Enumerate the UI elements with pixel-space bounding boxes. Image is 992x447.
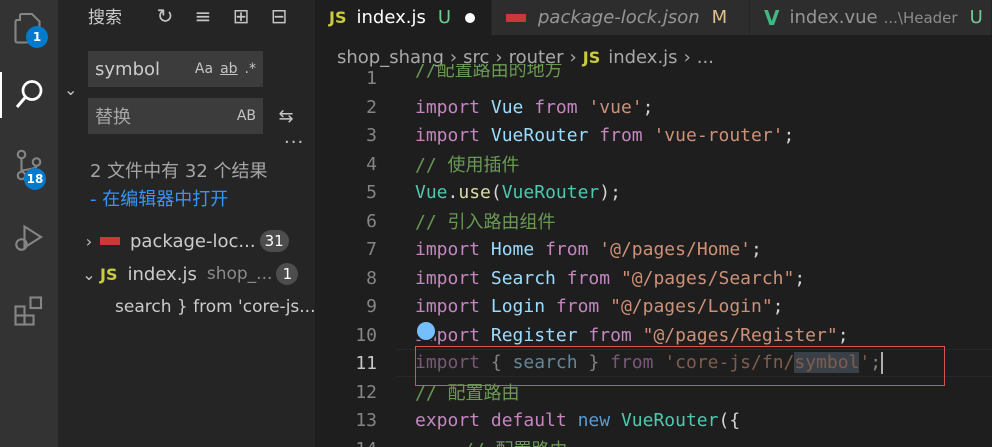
code-line[interactable]: 5 Vue.use(VueRouter); <box>315 178 992 206</box>
tab-index-vue[interactable]: V index.vue ...\Header U <box>750 0 992 35</box>
line-number: 1 <box>366 67 377 89</box>
code-text: // 引入路由组件 <box>415 212 556 233</box>
js-file-icon: JS <box>100 264 118 284</box>
result-file-path: shop_... <box>206 264 273 284</box>
tab-git-state: U <box>969 7 983 28</box>
result-match-text: search } from 'core-js... <box>115 297 316 317</box>
line-number: 12 <box>355 381 377 403</box>
code-text: export default new VueRouter({ <box>415 409 741 431</box>
tab-label: index.js <box>356 7 426 28</box>
code-text: import Search from "@/pages/Search"; <box>415 267 806 289</box>
npm-file-icon <box>506 13 526 22</box>
collapse-all-icon[interactable]: ⊟ <box>264 2 294 30</box>
search-input[interactable]: symbol Aa ab .* <box>88 51 263 87</box>
editor-area: JS index.js U package-lock.json M V inde… <box>315 0 992 447</box>
line-number: 3 <box>366 124 377 146</box>
results-summary-text: 2 文件中有 32 个结果 <box>90 161 268 182</box>
code-line[interactable]: 14 // 配置路由 <box>315 435 992 447</box>
explorer-badge: 1 <box>26 26 48 48</box>
code-text: // 配置路由 <box>463 436 568 447</box>
chevron-down-icon[interactable]: ⌄ <box>78 265 100 284</box>
code-line[interactable]: 1 //配置路由的地方 <box>315 64 992 92</box>
code-line[interactable]: 9 import Login from "@/pages/Login"; <box>315 292 992 320</box>
line-number: 2 <box>366 96 377 118</box>
result-file-name: index.js <box>127 263 197 285</box>
tab-git-state: M <box>711 7 728 28</box>
replace-input[interactable]: 替换 AB <box>88 98 263 134</box>
tab-package-lock[interactable]: package-lock.json M <box>492 0 750 35</box>
code-line[interactable]: 13 export default new VueRouter({ <box>315 406 992 434</box>
match-whole-word-toggle[interactable]: ab <box>220 61 237 77</box>
result-file-row[interactable]: ⌄ JS index.js shop_... 1 <box>58 260 315 288</box>
search-icon[interactable] <box>0 66 58 124</box>
code-text: //配置路由的地方 <box>415 64 563 81</box>
sidebar-toolbar: ↻ ≡ ⊞ ⊟ <box>150 2 294 30</box>
new-search-editor-icon[interactable]: ⊞ <box>226 2 256 30</box>
line-number: 13 <box>355 409 377 431</box>
scm-badge: 18 <box>24 168 46 190</box>
result-count-badge: 31 <box>259 230 289 252</box>
toggle-replace-chevron-icon[interactable]: ⌄ <box>64 80 77 99</box>
vue-file-icon: V <box>764 5 780 30</box>
explorer-icon[interactable]: 1 <box>0 0 58 58</box>
refresh-icon[interactable]: ↻ <box>150 2 180 30</box>
code-editor[interactable]: 1 //配置路由的地方 2 import Vue from 'vue'; 3 i… <box>315 64 992 447</box>
line-number: 5 <box>366 181 377 203</box>
more-actions-icon[interactable]: ··· <box>284 132 304 153</box>
editor-tabs: JS index.js U package-lock.json M V inde… <box>315 0 992 35</box>
search-sidebar: 搜索 ↻ ≡ ⊞ ⊟ ⌄ symbol Aa ab .* 替换 AB ⇆ ···… <box>58 0 315 447</box>
line-number: 9 <box>366 295 377 317</box>
code-line[interactable]: 10 import Register from "@/pages/Registe… <box>315 321 992 349</box>
result-file-name: package-loc... <box>130 230 256 252</box>
tab-index-js[interactable]: JS index.js U <box>315 0 492 35</box>
clear-results-icon[interactable]: ≡ <box>188 2 218 30</box>
code-text: import Register from "@/pages/Register"; <box>415 324 849 346</box>
line-number: 8 <box>366 267 377 289</box>
code-text: import VueRouter from 'vue-router'; <box>415 124 795 146</box>
npm-file-icon <box>100 237 120 245</box>
line-number: 10 <box>355 324 377 346</box>
line-number: 6 <box>366 210 377 232</box>
line-number: 7 <box>366 238 377 260</box>
activity-bar: 1 18 <box>0 0 58 447</box>
source-control-icon[interactable]: 18 <box>0 136 58 194</box>
preserve-case-toggle[interactable]: AB <box>237 108 256 124</box>
search-input-value[interactable]: symbol <box>95 59 195 80</box>
unsaved-dot-icon[interactable] <box>465 12 476 23</box>
replace-placeholder: 替换 <box>95 107 131 128</box>
chevron-right-icon[interactable]: › <box>78 232 100 251</box>
code-line[interactable]: 3 import VueRouter from 'vue-router'; <box>315 121 992 149</box>
result-match-row[interactable]: search } from 'core-js... <box>58 293 315 321</box>
tab-label: index.vue <box>789 7 878 28</box>
code-text: Vue.use(VueRouter); <box>415 181 621 203</box>
match-case-toggle[interactable]: Aa <box>195 61 213 77</box>
code-line[interactable]: 6 // 引入路由组件 <box>315 207 992 235</box>
line-number: 11 <box>355 352 377 374</box>
code-text: import Vue from 'vue'; <box>415 96 654 118</box>
code-line[interactable]: 2 import Vue from 'vue'; <box>315 93 992 121</box>
tab-git-state: U <box>437 7 452 28</box>
code-text: import Login from "@/pages/Login"; <box>415 295 784 317</box>
code-text: // 使用插件 <box>415 155 520 176</box>
result-count-badge: 1 <box>276 263 299 285</box>
result-file-row[interactable]: › package-loc... 31 <box>58 227 315 255</box>
lightbulb-icon[interactable] <box>417 322 435 340</box>
extensions-icon[interactable] <box>0 282 58 340</box>
code-text: import Home from '@/pages/Home'; <box>415 238 762 260</box>
js-file-icon: JS <box>329 8 347 27</box>
code-line[interactable]: 8 import Search from "@/pages/Search"; <box>315 264 992 292</box>
run-debug-icon[interactable] <box>0 208 58 266</box>
tab-path: ...\Header <box>883 8 958 27</box>
code-line[interactable]: 4 // 使用插件 <box>315 150 992 178</box>
line-number: 4 <box>366 153 377 175</box>
use-regex-toggle[interactable]: .* <box>245 61 256 77</box>
line-number: 14 <box>315 439 377 447</box>
code-line[interactable]: 7 import Home from '@/pages/Home'; <box>315 235 992 263</box>
annotation-box <box>415 346 945 386</box>
results-summary: 2 文件中有 32 个结果 - 在编辑器中打开 <box>90 158 310 214</box>
replace-all-icon[interactable]: ⇆ <box>272 102 300 130</box>
tab-label: package-lock.json <box>538 7 700 28</box>
open-in-editor-link[interactable]: - 在编辑器中打开 <box>90 186 310 214</box>
sidebar-title: 搜索 <box>88 7 122 28</box>
